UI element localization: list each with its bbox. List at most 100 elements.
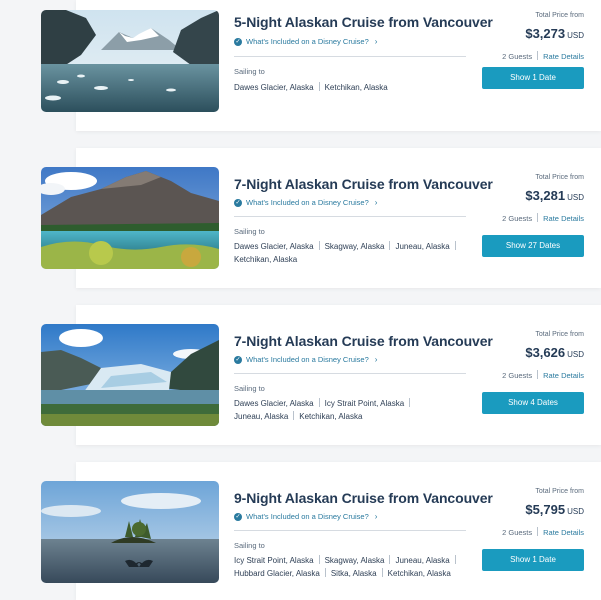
port-item: Juneau, Alaska [395, 242, 450, 251]
port-separator [318, 241, 320, 250]
separator [537, 51, 539, 60]
port-separator [324, 568, 326, 577]
price-block: Total Price from $3,281 USD 2 Guests Rate … [474, 172, 584, 223]
price-amount: $3,626 [525, 345, 566, 360]
price: $3,273 USD [474, 25, 584, 43]
show-dates-button[interactable]: Show 1 Date [482, 549, 584, 571]
ports-list: Dawes Glacier, Alaska Skagway, Alaska June… [234, 240, 469, 266]
check-circle-icon: ✓ [234, 355, 242, 364]
total-price-label: Total Price from [535, 12, 584, 19]
port-item: Ketchikan, Alaska [234, 255, 298, 264]
cruise-title[interactable]: 9-Night Alaskan Cruise from Vancouver [234, 490, 493, 506]
price-amount: $3,281 [525, 188, 566, 203]
port-separator [389, 241, 391, 250]
sailing-to-label: Sailing to [234, 227, 265, 236]
show-dates-button[interactable]: Show 1 Date [482, 67, 584, 89]
guests-rate-line: 2 Guests Rate Details [474, 213, 584, 223]
guests-count: 2 Guests [502, 214, 533, 223]
cruise-title[interactable]: 7-Night Alaskan Cruise from Vancouver [234, 333, 493, 349]
port-item: Ketchikan, Alaska [324, 83, 388, 92]
port-item: Hubbard Glacier, Alaska [234, 569, 320, 578]
whats-included-text[interactable]: What's Included on a Disney Cruise? [246, 355, 369, 364]
sailing-to-label: Sailing to [234, 541, 265, 550]
port-item: Icy Strait Point, Alaska [234, 556, 314, 565]
whale-tail-island-photo[interactable] [41, 481, 219, 583]
check-circle-icon: ✓ [234, 37, 242, 46]
guests-count: 2 Guests [502, 371, 533, 380]
whats-included-text[interactable]: What's Included on a Disney Cruise? [246, 512, 369, 521]
ports-list: Icy Strait Point, Alaska Skagway, Alaska J… [234, 554, 469, 580]
whats-included-link[interactable]: ✓ What's Included on a Disney Cruise? › [234, 355, 377, 364]
chevron-right-icon: › [374, 198, 378, 207]
chevron-right-icon: › [374, 37, 378, 46]
price-amount: $5,795 [525, 502, 566, 517]
whats-included-link[interactable]: ✓ What's Included on a Disney Cruise? › [234, 198, 377, 207]
price-block: Total Price from $3,273 USD 2 Guests Rate … [474, 10, 584, 61]
show-dates-button[interactable]: Show 4 Dates [482, 392, 584, 414]
port-separator [454, 555, 456, 564]
port-separator [293, 411, 295, 420]
price-block: Total Price from $3,626 USD 2 Guests Rate … [474, 329, 584, 380]
ports-list: Dawes Glacier, Alaska Icy Strait Point, A… [234, 397, 469, 423]
port-separator [381, 568, 383, 577]
fjord-icebergs-photo[interactable] [41, 10, 219, 112]
show-dates-button[interactable]: Show 27 Dates [482, 235, 584, 257]
total-price-label: Total Price from [535, 174, 584, 181]
sailing-to-label: Sailing to [234, 67, 265, 76]
separator [537, 527, 539, 536]
port-separator [318, 555, 320, 564]
whats-included-text[interactable]: What's Included on a Disney Cruise? [246, 37, 369, 46]
port-item: Ketchikan, Alaska [387, 569, 451, 578]
port-item: Ketchikan, Alaska [299, 412, 363, 421]
port-separator [318, 82, 320, 91]
whats-included-text[interactable]: What's Included on a Disney Cruise? [246, 198, 369, 207]
price: $3,281 USD [474, 187, 584, 205]
rate-details-link[interactable]: Rate Details [543, 528, 584, 537]
price: $5,795 USD [474, 501, 584, 519]
rate-details-link[interactable]: Rate Details [543, 214, 584, 223]
total-price-label: Total Price from [535, 331, 584, 338]
port-item: Skagway, Alaska [324, 556, 385, 565]
divider [234, 216, 466, 217]
check-circle-icon: ✓ [234, 512, 242, 521]
rate-details-link[interactable]: Rate Details [543, 52, 584, 61]
mountain-lake-photo[interactable] [41, 167, 219, 269]
whats-included-link[interactable]: ✓ What's Included on a Disney Cruise? › [234, 512, 377, 521]
guests-rate-line: 2 Guests Rate Details [474, 51, 584, 61]
separator [537, 213, 539, 222]
divider [234, 373, 466, 374]
price-currency: USD [567, 507, 584, 516]
sailing-to-label: Sailing to [234, 384, 265, 393]
glacier-photo[interactable] [41, 324, 219, 426]
port-separator [318, 398, 320, 407]
port-item: Icy Strait Point, Alaska [324, 399, 405, 408]
cruise-title[interactable]: 7-Night Alaskan Cruise from Vancouver [234, 176, 493, 192]
cruise-title[interactable]: 5-Night Alaskan Cruise from Vancouver [234, 14, 493, 30]
ports-list: Dawes Glacier, Alaska Ketchikan, Alaska [234, 81, 469, 94]
divider [234, 530, 466, 531]
port-item: Juneau, Alaska [395, 556, 450, 565]
port-item: Sitka, Alaska [330, 569, 377, 578]
price-amount: $3,273 [525, 26, 566, 41]
port-separator [409, 398, 411, 407]
guests-count: 2 Guests [502, 528, 533, 537]
port-item: Skagway, Alaska [324, 242, 385, 251]
port-item: Dawes Glacier, Alaska [234, 242, 314, 251]
chevron-right-icon: › [374, 355, 378, 364]
whats-included-link[interactable]: ✓ What's Included on a Disney Cruise? › [234, 37, 377, 46]
port-separator [389, 555, 391, 564]
total-price-label: Total Price from [535, 488, 584, 495]
cruise-results-list: 5-Night Alaskan Cruise from Vancouver ✓ … [0, 0, 601, 600]
price-currency: USD [567, 350, 584, 359]
separator [537, 370, 539, 379]
check-circle-icon: ✓ [234, 198, 242, 207]
price-block: Total Price from $5,795 USD 2 Guests Rate … [474, 486, 584, 537]
price-currency: USD [567, 193, 584, 202]
price-currency: USD [567, 31, 584, 40]
chevron-right-icon: › [374, 512, 378, 521]
rate-details-link[interactable]: Rate Details [543, 371, 584, 380]
guests-count: 2 Guests [502, 52, 533, 61]
guests-rate-line: 2 Guests Rate Details [474, 370, 584, 380]
port-item: Dawes Glacier, Alaska [234, 83, 314, 92]
guests-rate-line: 2 Guests Rate Details [474, 527, 584, 537]
